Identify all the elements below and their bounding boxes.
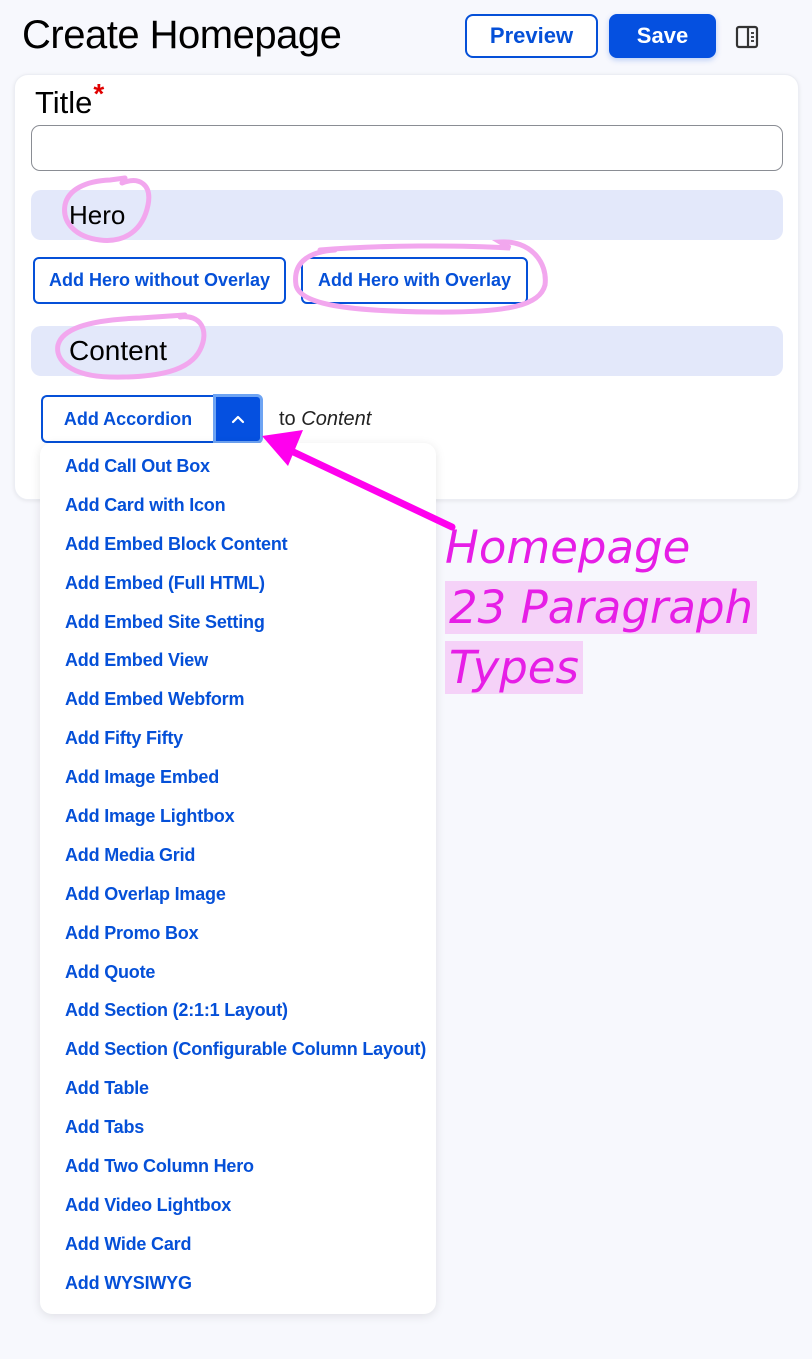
- node-form-card: Title* Hero Add Hero without Overlay Add…: [14, 74, 799, 500]
- annotation-text: Homepage 23 Paragraph Types: [445, 518, 758, 698]
- dropdown-item[interactable]: Add Image Lightbox: [40, 798, 436, 837]
- add-hero-with-overlay-button[interactable]: Add Hero with Overlay: [301, 257, 528, 304]
- section-hero-label: Hero: [69, 199, 126, 230]
- chevron-up-icon: [231, 412, 245, 427]
- dropdown-item[interactable]: Add Embed Webform: [40, 681, 436, 720]
- dropdown-item[interactable]: Add Two Column Hero: [40, 1148, 436, 1187]
- section-content-label: Content: [69, 335, 168, 366]
- dropdown-item[interactable]: Add Embed Site Setting: [40, 604, 436, 643]
- paragraph-type-dropdown: Add Call Out Box Add Card with Icon Add Em…: [40, 443, 436, 1314]
- dropdown-item[interactable]: Add Embed View: [40, 642, 436, 681]
- save-button[interactable]: Save: [609, 14, 716, 58]
- add-to-target-text: to Content: [279, 408, 371, 431]
- to-prefix: to: [279, 408, 296, 430]
- dropdown-item[interactable]: Add WYSIWYG: [40, 1265, 436, 1304]
- section-header-hero: Hero: [31, 190, 783, 240]
- annotation-line-1: Homepage: [445, 521, 691, 574]
- dropdown-item[interactable]: Add Tabs: [40, 1109, 436, 1148]
- sidebar-panel-icon[interactable]: [733, 24, 761, 50]
- annotation-line-3: Types: [445, 641, 583, 694]
- dropdown-item[interactable]: Add Call Out Box: [40, 448, 436, 487]
- add-accordion-button[interactable]: Add Accordion: [41, 395, 213, 443]
- dropdown-item[interactable]: Add Embed Block Content: [40, 526, 436, 565]
- dropdown-item[interactable]: Add Image Embed: [40, 759, 436, 798]
- dropdown-item[interactable]: Add Card with Icon: [40, 487, 436, 526]
- title-label: Title*: [35, 78, 104, 124]
- dropdown-item[interactable]: Add Video Lightbox: [40, 1187, 436, 1226]
- annotation-line-2: 23 Paragraph: [445, 581, 758, 634]
- title-label-text: Title: [35, 85, 93, 120]
- dropdown-item[interactable]: Add Fifty Fifty: [40, 720, 436, 759]
- required-marker: *: [93, 78, 105, 109]
- dropdown-item[interactable]: Add Section (Configurable Column Layout): [40, 1031, 436, 1070]
- dropdown-toggle-button[interactable]: [213, 394, 263, 444]
- dropdown-item[interactable]: Add Quote: [40, 954, 436, 993]
- to-target: Content: [301, 408, 372, 430]
- add-hero-without-overlay-button[interactable]: Add Hero without Overlay: [33, 257, 286, 304]
- preview-button[interactable]: Preview: [465, 14, 598, 58]
- dropdown-item[interactable]: Add Embed (Full HTML): [40, 565, 436, 604]
- dropdown-item[interactable]: Add Table: [40, 1070, 436, 1109]
- dropdown-item[interactable]: Add Wide Card: [40, 1226, 436, 1265]
- dropdown-item[interactable]: Add Overlap Image: [40, 876, 436, 915]
- title-input[interactable]: [31, 125, 783, 171]
- dropdown-item[interactable]: Add Promo Box: [40, 915, 436, 954]
- add-paragraph-split-button: Add Accordion: [41, 394, 263, 444]
- page-title: Create Homepage: [22, 13, 342, 57]
- dropdown-item[interactable]: Add Section (2:1:1 Layout): [40, 992, 436, 1031]
- section-header-content: Content: [31, 326, 783, 376]
- dropdown-item[interactable]: Add Media Grid: [40, 837, 436, 876]
